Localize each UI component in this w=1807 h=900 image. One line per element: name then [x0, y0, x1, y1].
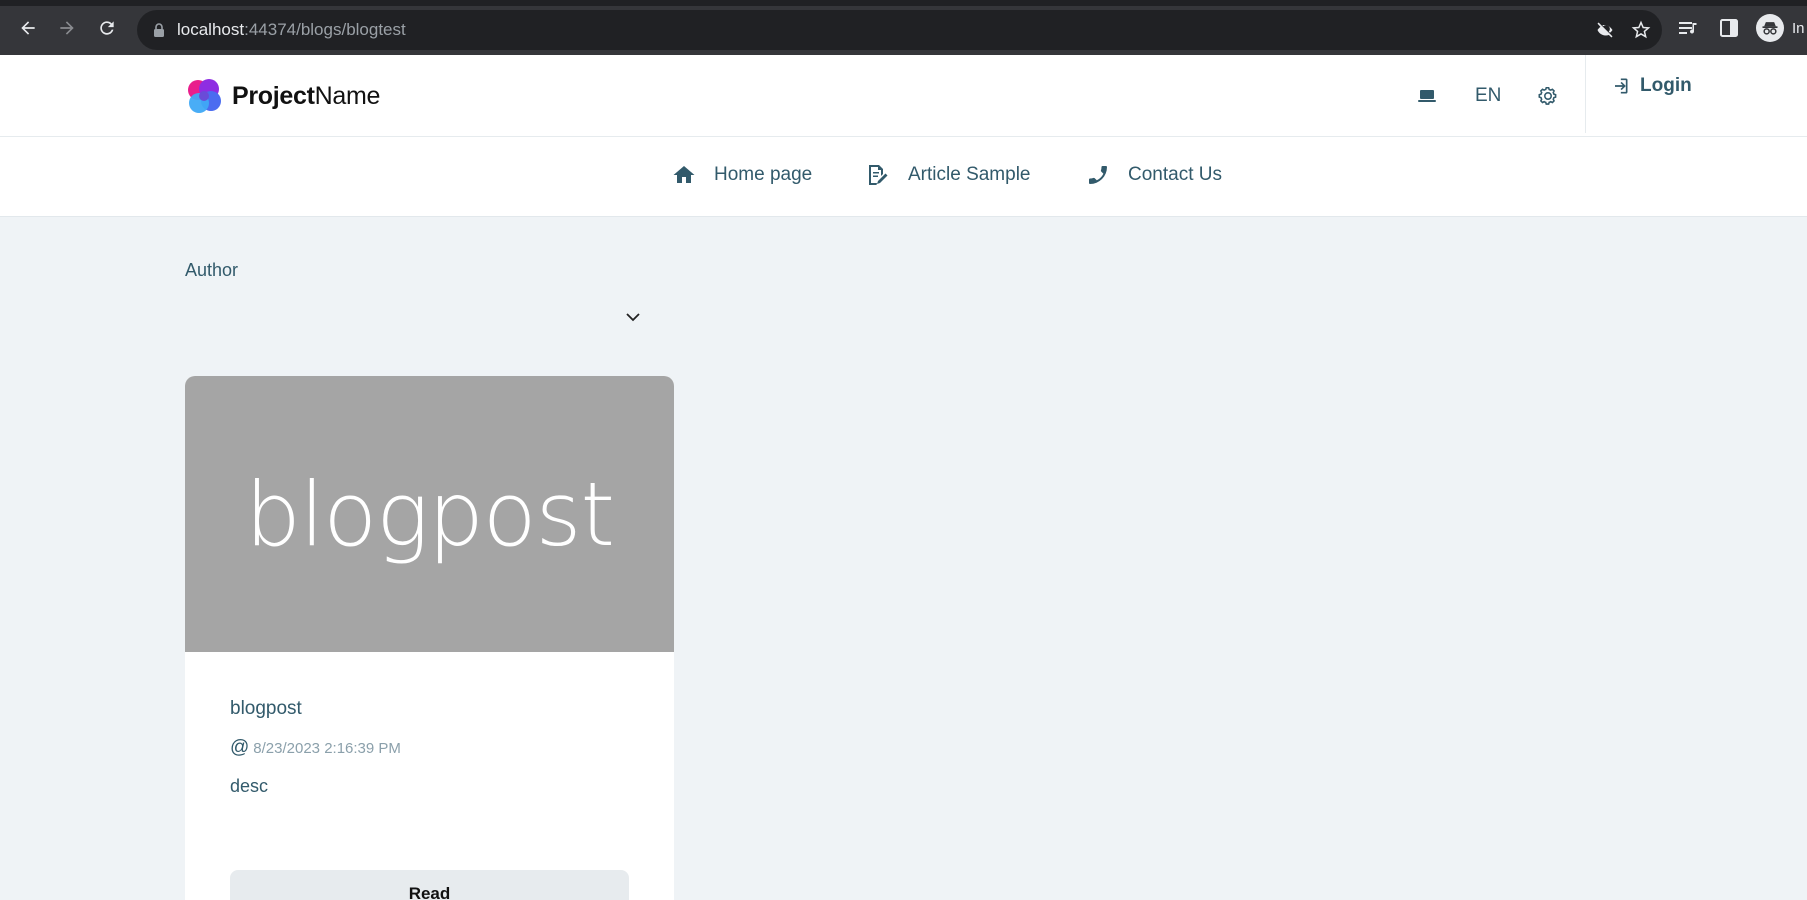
url-path: :44374/blogs/blogtest: [244, 20, 406, 39]
nav-item-article-sample[interactable]: Article Sample: [866, 163, 1031, 187]
back-button[interactable]: [16, 16, 40, 40]
author-filter-label: Author: [185, 260, 239, 280]
nav-item-label: Home page: [714, 164, 813, 185]
arrow-left-icon: [21, 21, 35, 35]
author-select[interactable]: [185, 298, 650, 338]
reload-icon: [100, 21, 114, 35]
laptop-icon: [1418, 90, 1436, 102]
lock-icon: [154, 23, 164, 37]
home-icon: [673, 166, 695, 183]
theme-toggle-button[interactable]: [1416, 85, 1438, 107]
reload-button[interactable]: [95, 16, 119, 40]
post-meta: @ 8/23/2023 2:16:39 PM: [230, 737, 401, 759]
thumbnail-text: blogpost: [244, 462, 615, 566]
nav-item-label: Contact Us: [1128, 164, 1222, 185]
project-logo-icon[interactable]: [184, 76, 224, 116]
forward-button[interactable]: [55, 16, 79, 40]
arrow-right-icon: [60, 21, 74, 35]
header-divider: [1585, 55, 1586, 133]
nav-item-contact-us[interactable]: Contact Us: [1086, 163, 1222, 187]
side-panel-icon[interactable]: [1717, 16, 1741, 40]
language-selector[interactable]: EN: [1475, 85, 1501, 107]
sign-in-icon: [1615, 78, 1628, 94]
gear-icon: [1538, 86, 1557, 105]
browser-chrome: localhost:44374/blogs/blogtest In: [0, 0, 1807, 55]
tab-strip: [0, 0, 1807, 6]
post-date: 8/23/2023 2:16:39 PM: [253, 739, 401, 757]
address-bar[interactable]: localhost:44374/blogs/blogtest: [137, 10, 1662, 50]
login-label: Login: [1640, 75, 1692, 96]
at-symbol: @: [230, 737, 250, 758]
brand-light: Name: [314, 82, 381, 110]
site-header: ProjectName EN Login: [0, 55, 1807, 137]
read-button[interactable]: Read: [230, 870, 629, 900]
chevron-down-icon: [626, 313, 640, 322]
brand-bold: Project: [232, 82, 315, 110]
nav-item-home[interactable]: Home page: [672, 163, 812, 187]
blog-post-card: blogpost blogpost @ 8/23/2023 2:16:39 PM…: [185, 376, 674, 900]
incognito-icon[interactable]: [1756, 14, 1784, 42]
brand-name[interactable]: ProjectName: [232, 82, 380, 111]
nav-item-label: Article Sample: [908, 164, 1031, 185]
eye-off-icon[interactable]: [1595, 20, 1615, 40]
star-icon[interactable]: [1631, 20, 1651, 40]
login-button[interactable]: Login: [1610, 75, 1692, 97]
settings-button[interactable]: [1537, 85, 1559, 107]
reading-list-icon[interactable]: [1676, 16, 1700, 40]
profile-label[interactable]: In: [1792, 20, 1805, 37]
post-description: desc: [230, 776, 269, 796]
url-text: localhost:44374/blogs/blogtest: [177, 20, 406, 40]
article-edit-icon: [869, 165, 888, 185]
url-host: localhost: [177, 20, 245, 39]
main-nav: Home page Article Sample Contact Us: [0, 137, 1807, 217]
incognito-glasses-icon: [1762, 22, 1778, 35]
post-thumbnail[interactable]: blogpost: [185, 376, 674, 652]
post-title[interactable]: blogpost: [230, 698, 302, 720]
phone-icon: [1089, 166, 1107, 184]
